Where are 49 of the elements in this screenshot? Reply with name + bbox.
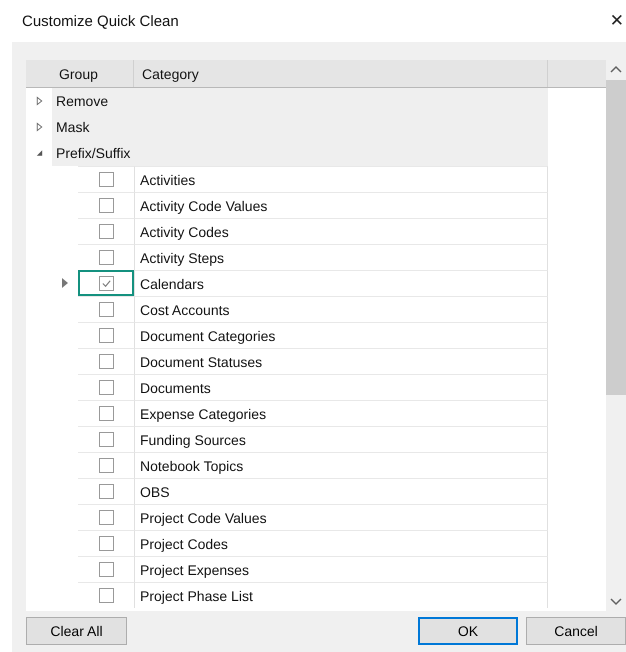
table-cell: Calendars: [134, 270, 548, 296]
table-cell: Project Codes: [134, 530, 548, 556]
dialog-button[interactable]: Cancel: [526, 617, 626, 645]
column-header[interactable]: Group: [52, 60, 134, 87]
checkbox[interactable]: [98, 250, 114, 265]
group-row[interactable]: Prefix/Suffix: [52, 140, 548, 166]
table-cell: Funding Sources: [134, 426, 548, 452]
checkbox[interactable]: [98, 172, 114, 187]
table-cell: Document Statuses: [134, 348, 548, 374]
table-cell: Activities: [134, 166, 548, 192]
group-row[interactable]: Remove: [52, 88, 548, 114]
checkbox[interactable]: [98, 224, 114, 239]
table-cell: Activity Steps: [134, 244, 548, 270]
table-cell: Activity Codes: [134, 218, 548, 244]
close-button[interactable]: ✕: [610, 11, 626, 31]
dialog-button[interactable]: Clear All: [26, 617, 127, 645]
expand-icon[interactable]: [34, 122, 44, 132]
table-cell: Project Expenses: [134, 556, 548, 582]
table-cell: Notebook Topics: [134, 452, 548, 478]
checkbox[interactable]: [98, 510, 114, 525]
window-title: Customize Quick Clean: [22, 12, 179, 30]
checkbox[interactable]: [98, 458, 114, 473]
scrollbar-thumb[interactable]: [606, 80, 626, 395]
checkmark-icon: [100, 278, 112, 288]
checkbox[interactable]: [98, 432, 114, 447]
table-cell: Project Code Values: [134, 504, 548, 530]
checkbox[interactable]: [98, 380, 114, 395]
table-cell: Document Categories: [134, 322, 548, 348]
checkbox[interactable]: [98, 354, 114, 369]
checkbox[interactable]: [98, 276, 114, 290]
checkbox[interactable]: [98, 588, 114, 603]
column-header[interactable]: Category: [134, 60, 548, 87]
checkbox[interactable]: [98, 484, 114, 499]
table-cell: Expense Categories: [134, 400, 548, 426]
checkbox[interactable]: [98, 302, 114, 317]
expand-icon[interactable]: [34, 96, 44, 106]
table-cell: OBS: [134, 478, 548, 504]
table-cell: Activity Code Values: [134, 192, 548, 218]
checkbox[interactable]: [98, 406, 114, 421]
table-cell: Cost Accounts: [134, 296, 548, 322]
checkbox[interactable]: [98, 536, 114, 551]
dialog-button[interactable]: OK: [418, 617, 518, 645]
checkbox[interactable]: [98, 198, 114, 213]
collapse-icon[interactable]: [34, 148, 44, 158]
group-row[interactable]: Mask: [52, 114, 548, 140]
checkbox[interactable]: [98, 328, 114, 343]
table-cell: Project Phase List: [134, 582, 548, 608]
table-cell: Documents: [134, 374, 548, 400]
checkbox[interactable]: [98, 562, 114, 577]
